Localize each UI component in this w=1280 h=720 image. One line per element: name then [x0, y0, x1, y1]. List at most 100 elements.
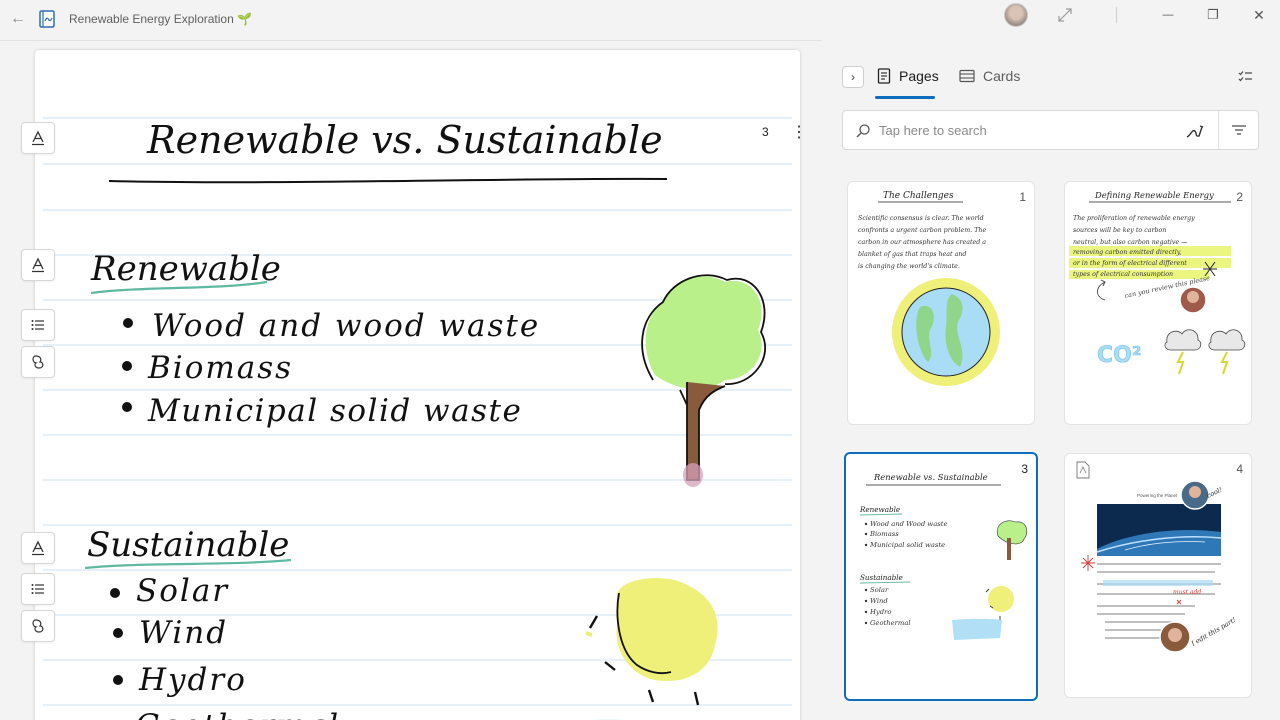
thumb3-item3: Municipal solid waste	[869, 541, 945, 549]
thumbnail-4-content: Powering the Planet cool! must add I edi…	[1076, 461, 1238, 653]
thumb2-line-3: neutral, but also carbon negative —	[1073, 239, 1188, 246]
minimize-icon: —	[1162, 9, 1174, 21]
thumb1-line-5: is changing the world's climate.	[858, 263, 960, 270]
thumb2-title: Defining Renewable Energy	[1094, 190, 1214, 200]
ink-search-icon[interactable]	[1183, 121, 1205, 141]
thumb4-note3: I edit this part!	[1189, 616, 1238, 649]
item-wood: Wood and wood waste	[152, 308, 540, 344]
item-wind: Wind	[139, 615, 228, 651]
seedling-emoji: 🌱	[237, 12, 253, 26]
maximize-button[interactable]: ❐	[1202, 4, 1224, 26]
shapes-button-2[interactable]	[21, 610, 55, 642]
bullet-list-icon	[31, 584, 44, 594]
item-geothermal: Geothermal	[135, 708, 340, 720]
minimize-button[interactable]: —	[1157, 4, 1179, 26]
titlebar-divider	[1116, 7, 1117, 23]
thumbnail-2-number: 2	[1236, 190, 1243, 204]
text-format-button[interactable]	[21, 122, 55, 154]
journal-app-icon	[39, 10, 55, 28]
shapes-icon	[32, 619, 44, 633]
user-avatar[interactable]	[1004, 3, 1028, 27]
text-format-icon	[32, 130, 44, 146]
shapes-icon	[32, 355, 44, 369]
page-more-button[interactable]: ⋮	[789, 122, 800, 144]
list-button-2[interactable]	[21, 573, 55, 605]
sun-drawing	[585, 578, 718, 706]
thumb2-line-4: removing carbon emitted directly,	[1073, 249, 1181, 256]
select-pages-icon[interactable]	[1237, 68, 1255, 86]
storm-clouds-drawing	[1164, 329, 1246, 375]
fullscreen-icon[interactable]	[1055, 5, 1075, 25]
thumb1-title: The Challenges	[883, 191, 954, 201]
thumb3-title: Renewable vs. Sustainable	[873, 472, 988, 482]
thumbnail-1-number: 1	[1019, 190, 1026, 204]
window-title: Renewable Energy Exploration 🌱	[69, 12, 252, 26]
heading-sustainable: Sustainable	[87, 525, 289, 565]
more-vertical-icon: ⋮	[791, 124, 800, 141]
thumb1-line-4: blanket of gas that traps heat and	[858, 251, 966, 258]
handwritten-title: Renewable vs. Sustainable	[146, 118, 663, 162]
page-thumbnail-1[interactable]: The Challenges Scientific consensus is c…	[847, 181, 1035, 425]
thumb2-line-6: types of electrical consumption	[1073, 271, 1173, 278]
thumb3-item1: Wood and Wood waste	[870, 520, 948, 528]
item-biomass: Biomass	[147, 350, 293, 386]
search-input[interactable]	[879, 111, 1179, 149]
thumbnail-2-content: Defining Renewable Energy The proliferat…	[1069, 190, 1246, 375]
thumbnail-3-number: 3	[1021, 462, 1028, 476]
filter-icon[interactable]	[1231, 122, 1247, 138]
thumb2-co2: CO²	[1097, 343, 1141, 368]
thumb1-line-1: Scientific consensus is clear. The world	[858, 215, 984, 222]
thumb2-line-5: or in the form of electrical different	[1073, 260, 1187, 267]
note-page[interactable]: Renewable vs. Sustainable Renewable Wood…	[35, 50, 800, 720]
bullet-list-icon	[31, 320, 44, 330]
active-tab-indicator	[875, 96, 935, 99]
cards-icon	[959, 69, 975, 83]
text-format-button-2[interactable]	[21, 249, 55, 281]
title-bar: ← Renewable Energy Exploration 🌱 — ❐ ✕	[0, 0, 1280, 40]
pages-panel: › Pages Cards The Challenges Scientific …	[822, 40, 1280, 720]
page-thumbnail-2[interactable]: Defining Renewable Energy The proliferat…	[1064, 181, 1252, 425]
back-arrow-icon: ←	[10, 10, 26, 27]
text-format-icon	[32, 257, 44, 273]
thumb4-heading: Powering the Planet	[1137, 493, 1178, 498]
note-canvas-area: Renewable vs. Sustainable Renewable Wood…	[0, 40, 822, 720]
thumb3-item7: Geothermal	[870, 619, 911, 627]
close-icon: ✕	[1253, 6, 1265, 23]
search-icon	[856, 124, 870, 138]
tree-drawing	[641, 274, 767, 487]
pages-icon	[877, 68, 891, 84]
thumbnail-1-content: The Challenges Scientific consensus is c…	[858, 191, 1000, 386]
page-thumbnail-4[interactable]: Powering the Planet cool! must add I edi…	[1064, 453, 1252, 698]
thumbnail-3-content: Renewable vs. Sustainable Renewable Wood…	[859, 472, 1028, 640]
text-format-button-3[interactable]	[21, 532, 55, 564]
thumb3-item2: Biomass	[869, 530, 899, 538]
item-hydro: Hydro	[138, 662, 247, 698]
thumb3-item4: Solar	[870, 586, 889, 594]
tab-cards-label: Cards	[983, 68, 1021, 84]
thumb3-item5: Wind	[870, 597, 888, 605]
thumb3-sub1: Renewable	[859, 505, 900, 514]
thumb2-line-2: sources will be key to carbon	[1073, 227, 1166, 234]
back-button[interactable]: ←	[8, 8, 28, 30]
search-box	[842, 110, 1259, 150]
thumb1-line-3: carbon in our atmosphere has created a	[858, 239, 986, 246]
ruled-lines: Renewable vs. Sustainable Renewable Wood…	[43, 117, 792, 720]
thumb3-item6: Hydro	[869, 608, 891, 616]
thumb1-line-2: confronts a urgent carbon problem. The	[858, 227, 986, 234]
tab-pages-label: Pages	[899, 68, 939, 84]
window-title-text: Renewable Energy Exploration	[69, 12, 234, 26]
list-button[interactable]	[21, 309, 55, 341]
chevron-right-icon: ›	[851, 70, 855, 84]
thumb3-sub2: Sustainable	[860, 573, 903, 582]
tab-cards[interactable]: Cards	[959, 68, 1020, 84]
thumb4-note2: must add	[1173, 589, 1201, 596]
shapes-button[interactable]	[21, 346, 55, 378]
page-thumbnail-3[interactable]: Renewable vs. Sustainable Renewable Wood…	[844, 452, 1038, 701]
text-format-icon	[32, 540, 44, 556]
close-button[interactable]: ✕	[1248, 4, 1270, 26]
tab-pages[interactable]: Pages	[877, 68, 939, 84]
restore-icon: ❐	[1207, 7, 1219, 22]
collapse-panel-button[interactable]: ›	[842, 66, 864, 88]
thumbnail-4-number: 4	[1236, 462, 1243, 476]
search-divider	[1218, 111, 1219, 149]
